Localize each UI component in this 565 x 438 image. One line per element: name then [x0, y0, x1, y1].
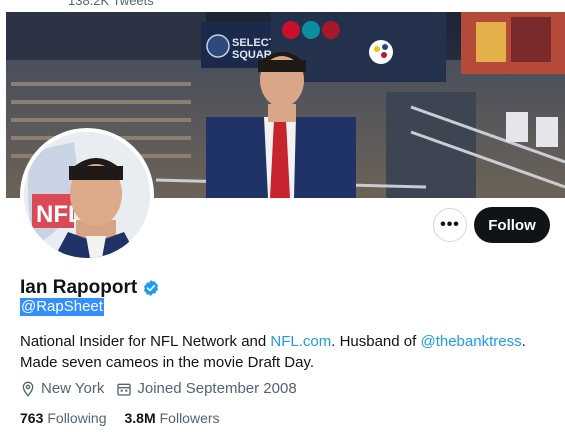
- followers-count: 3.8M: [124, 410, 156, 426]
- followers-link[interactable]: 3.8M Followers: [125, 410, 220, 426]
- following-link[interactable]: 763 Following: [20, 410, 107, 426]
- bio-text-2: . Husband of: [331, 333, 421, 350]
- handle: @RapSheet: [20, 298, 104, 316]
- follow-stats: 763 Following 3.8M Followers: [20, 410, 238, 426]
- bio-link-nfl[interactable]: NFL.com: [270, 333, 331, 350]
- follow-button[interactable]: Follow: [474, 207, 550, 243]
- verified-badge-icon[interactable]: [142, 279, 160, 297]
- following-label: Following: [47, 410, 107, 426]
- location-text: New York: [41, 380, 105, 397]
- location-pin-icon: [22, 381, 34, 397]
- top-strip: 138.2K Tweets: [0, 0, 565, 12]
- profile-avatar[interactable]: NFL: [20, 128, 154, 262]
- profile-bio: National Insider for NFL Network and NFL…: [20, 331, 545, 373]
- nfl-avatar-photo: NFL: [24, 132, 150, 258]
- joined-item: Joined September 2008: [116, 380, 297, 397]
- avatar: NFL: [24, 132, 150, 258]
- bio-text-1: National Insider for NFL Network and: [20, 333, 271, 350]
- profile-meta: New York Joined September 2008: [20, 380, 309, 397]
- bio-link-mention[interactable]: @thebanktress: [420, 333, 521, 350]
- display-name: Ian Rapoport: [20, 277, 138, 298]
- tweet-count: 138.2K Tweets: [68, 0, 154, 8]
- following-count: 763: [20, 410, 44, 426]
- more-options-button[interactable]: •••: [433, 208, 467, 242]
- joined-text: Joined September 2008: [137, 380, 297, 397]
- location-item: New York: [20, 380, 104, 397]
- followers-label: Followers: [159, 410, 220, 426]
- name-row: Ian Rapoport: [20, 277, 160, 299]
- calendar-icon: [117, 383, 132, 396]
